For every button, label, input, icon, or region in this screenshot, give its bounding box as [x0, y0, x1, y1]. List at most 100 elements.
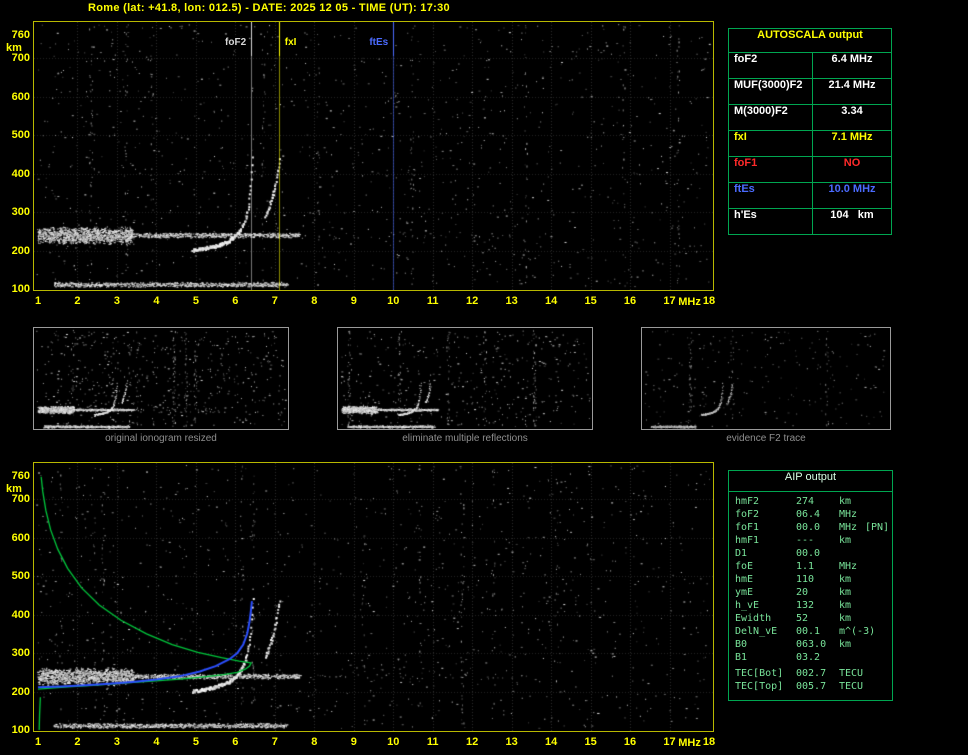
aip-row-foE: foE1.1MHz: [735, 561, 892, 574]
aip-row-foF1: foF100.0MHz[PN]: [735, 522, 892, 535]
aip-extra: [865, 639, 892, 652]
station-title: Rome (lat: +41.8, lon: 012.5) - DATE: 20…: [88, 2, 450, 14]
x-tick-13: 13: [506, 295, 518, 307]
aip-unit: km: [839, 587, 865, 600]
thumbnail-no-multiples: [337, 327, 593, 430]
autoscala-row-M(3000)F2: M(3000)F23.34: [729, 105, 891, 131]
x-tick-11: 11: [427, 295, 439, 307]
aip-unit: [839, 652, 865, 665]
y-tick-300: 300: [2, 206, 30, 218]
y-axis-unit: km: [6, 42, 22, 54]
thumbnail-f2-trace-caption: evidence F2 trace: [641, 433, 891, 444]
aip-name: B0: [735, 639, 796, 652]
thumbnail-f2-trace-canvas: [642, 328, 890, 429]
x-tick-14: 14: [545, 736, 557, 748]
profile-ionogram-canvas: [34, 463, 713, 731]
autoscala-param-value: NO: [813, 157, 891, 182]
profile-ionogram-panel: [33, 462, 714, 732]
x-tick-4: 4: [153, 295, 159, 307]
autoscala-param-name: h'Es: [729, 209, 813, 234]
aip-value: 132: [796, 600, 839, 613]
autoscala-param-name: M(3000)F2: [729, 105, 813, 130]
aip-unit: [839, 548, 865, 561]
x-tick-1: 1: [35, 295, 41, 307]
x-tick-5: 5: [193, 736, 199, 748]
aip-row-foF2: foF206.4MHz: [735, 509, 892, 522]
main-ionogram-canvas: [34, 22, 713, 290]
aip-value: 110: [796, 574, 839, 587]
aip-value: 00.0: [796, 548, 839, 561]
aip-output-box: AIP output hmF2274kmfoF206.4MHzfoF100.0M…: [728, 470, 893, 701]
aip-extra: [865, 613, 892, 626]
autoscala-output-table: foF26.4 MHzMUF(3000)F221.4 MHzM(3000)F23…: [729, 53, 891, 234]
aip-name: Ewidth: [735, 613, 796, 626]
autoscala-param-value: 7.1 MHz: [813, 131, 891, 156]
aip-value: 005.7: [796, 681, 839, 694]
aip-extra: [865, 535, 892, 548]
autoscala-param-value: 10.0 MHz: [813, 183, 891, 208]
x-axis-unit: MHz: [678, 737, 701, 749]
y-tick-700: 700: [2, 52, 30, 64]
y-tick-400: 400: [2, 609, 30, 621]
autoscala-param-name: foF2: [729, 53, 813, 78]
aip-extra: [PN]: [865, 522, 892, 535]
aip-unit: TECU: [839, 681, 865, 694]
x-tick-17: 17: [663, 295, 675, 307]
autoscala-param-value: 104 km: [813, 209, 891, 234]
aip-extra: [865, 496, 892, 509]
aip-name: TEC[Top]: [735, 681, 796, 694]
aip-unit: km: [839, 535, 865, 548]
x-tick-2: 2: [74, 295, 80, 307]
aip-row-h_vE: h_vE132km: [735, 600, 892, 613]
aip-name: h_vE: [735, 600, 796, 613]
aip-row-B1: B103.2: [735, 652, 892, 665]
x-tick-7: 7: [272, 295, 278, 307]
aip-extra: [865, 574, 892, 587]
x-tick-13: 13: [506, 736, 518, 748]
aip-value: 00.1: [796, 626, 839, 639]
autoscala-param-value: 6.4 MHz: [813, 53, 891, 78]
aip-row-D1: D100.0: [735, 548, 892, 561]
x-tick-5: 5: [193, 295, 199, 307]
aip-value: 00.0: [796, 522, 839, 535]
x-tick-6: 6: [232, 736, 238, 748]
x-tick-6: 6: [232, 295, 238, 307]
autoscala-row-MUF(3000)F2: MUF(3000)F221.4 MHz: [729, 79, 891, 105]
y-tick-600: 600: [2, 91, 30, 103]
y-tick-400: 400: [2, 168, 30, 180]
autoscala-row-foF1: foF1NO: [729, 157, 891, 183]
x-tick-18: 18: [703, 295, 715, 307]
aip-output-title: AIP output: [729, 471, 892, 492]
aip-extra: [865, 626, 892, 639]
y-tick-600: 600: [2, 532, 30, 544]
x-tick-12: 12: [466, 295, 478, 307]
y-tick-500: 500: [2, 570, 30, 582]
x-tick-1: 1: [35, 736, 41, 748]
autoscala-param-value: 21.4 MHz: [813, 79, 891, 104]
x-tick-16: 16: [624, 736, 636, 748]
thumbnail-no-multiples-caption: eliminate multiple reflections: [337, 433, 593, 444]
aip-value: 20: [796, 587, 839, 600]
y-tick-760: 760: [2, 470, 30, 482]
aip-name: hmF2: [735, 496, 796, 509]
aip-unit: km: [839, 496, 865, 509]
x-tick-16: 16: [624, 295, 636, 307]
autoscala-param-value: 3.34: [813, 105, 891, 130]
aip-unit: MHz: [839, 522, 865, 535]
y-axis-unit: km: [6, 483, 22, 495]
autoscala-param-name: ftEs: [729, 183, 813, 208]
aip-unit: MHz: [839, 561, 865, 574]
y-tick-100: 100: [2, 724, 30, 736]
aip-extra: [865, 587, 892, 600]
aip-extra: [865, 600, 892, 613]
aip-extra: [865, 652, 892, 665]
thumbnail-original-caption: original ionogram resized: [33, 433, 289, 444]
aip-name: B1: [735, 652, 796, 665]
aip-name: hmF1: [735, 535, 796, 548]
x-tick-18: 18: [703, 736, 715, 748]
aip-name: DelN_vE: [735, 626, 796, 639]
x-tick-17: 17: [663, 736, 675, 748]
autoscala-output-box: AUTOSCALA output foF26.4 MHzMUF(3000)F22…: [728, 28, 892, 235]
thumbnail-original-canvas: [34, 328, 288, 429]
x-tick-3: 3: [114, 736, 120, 748]
